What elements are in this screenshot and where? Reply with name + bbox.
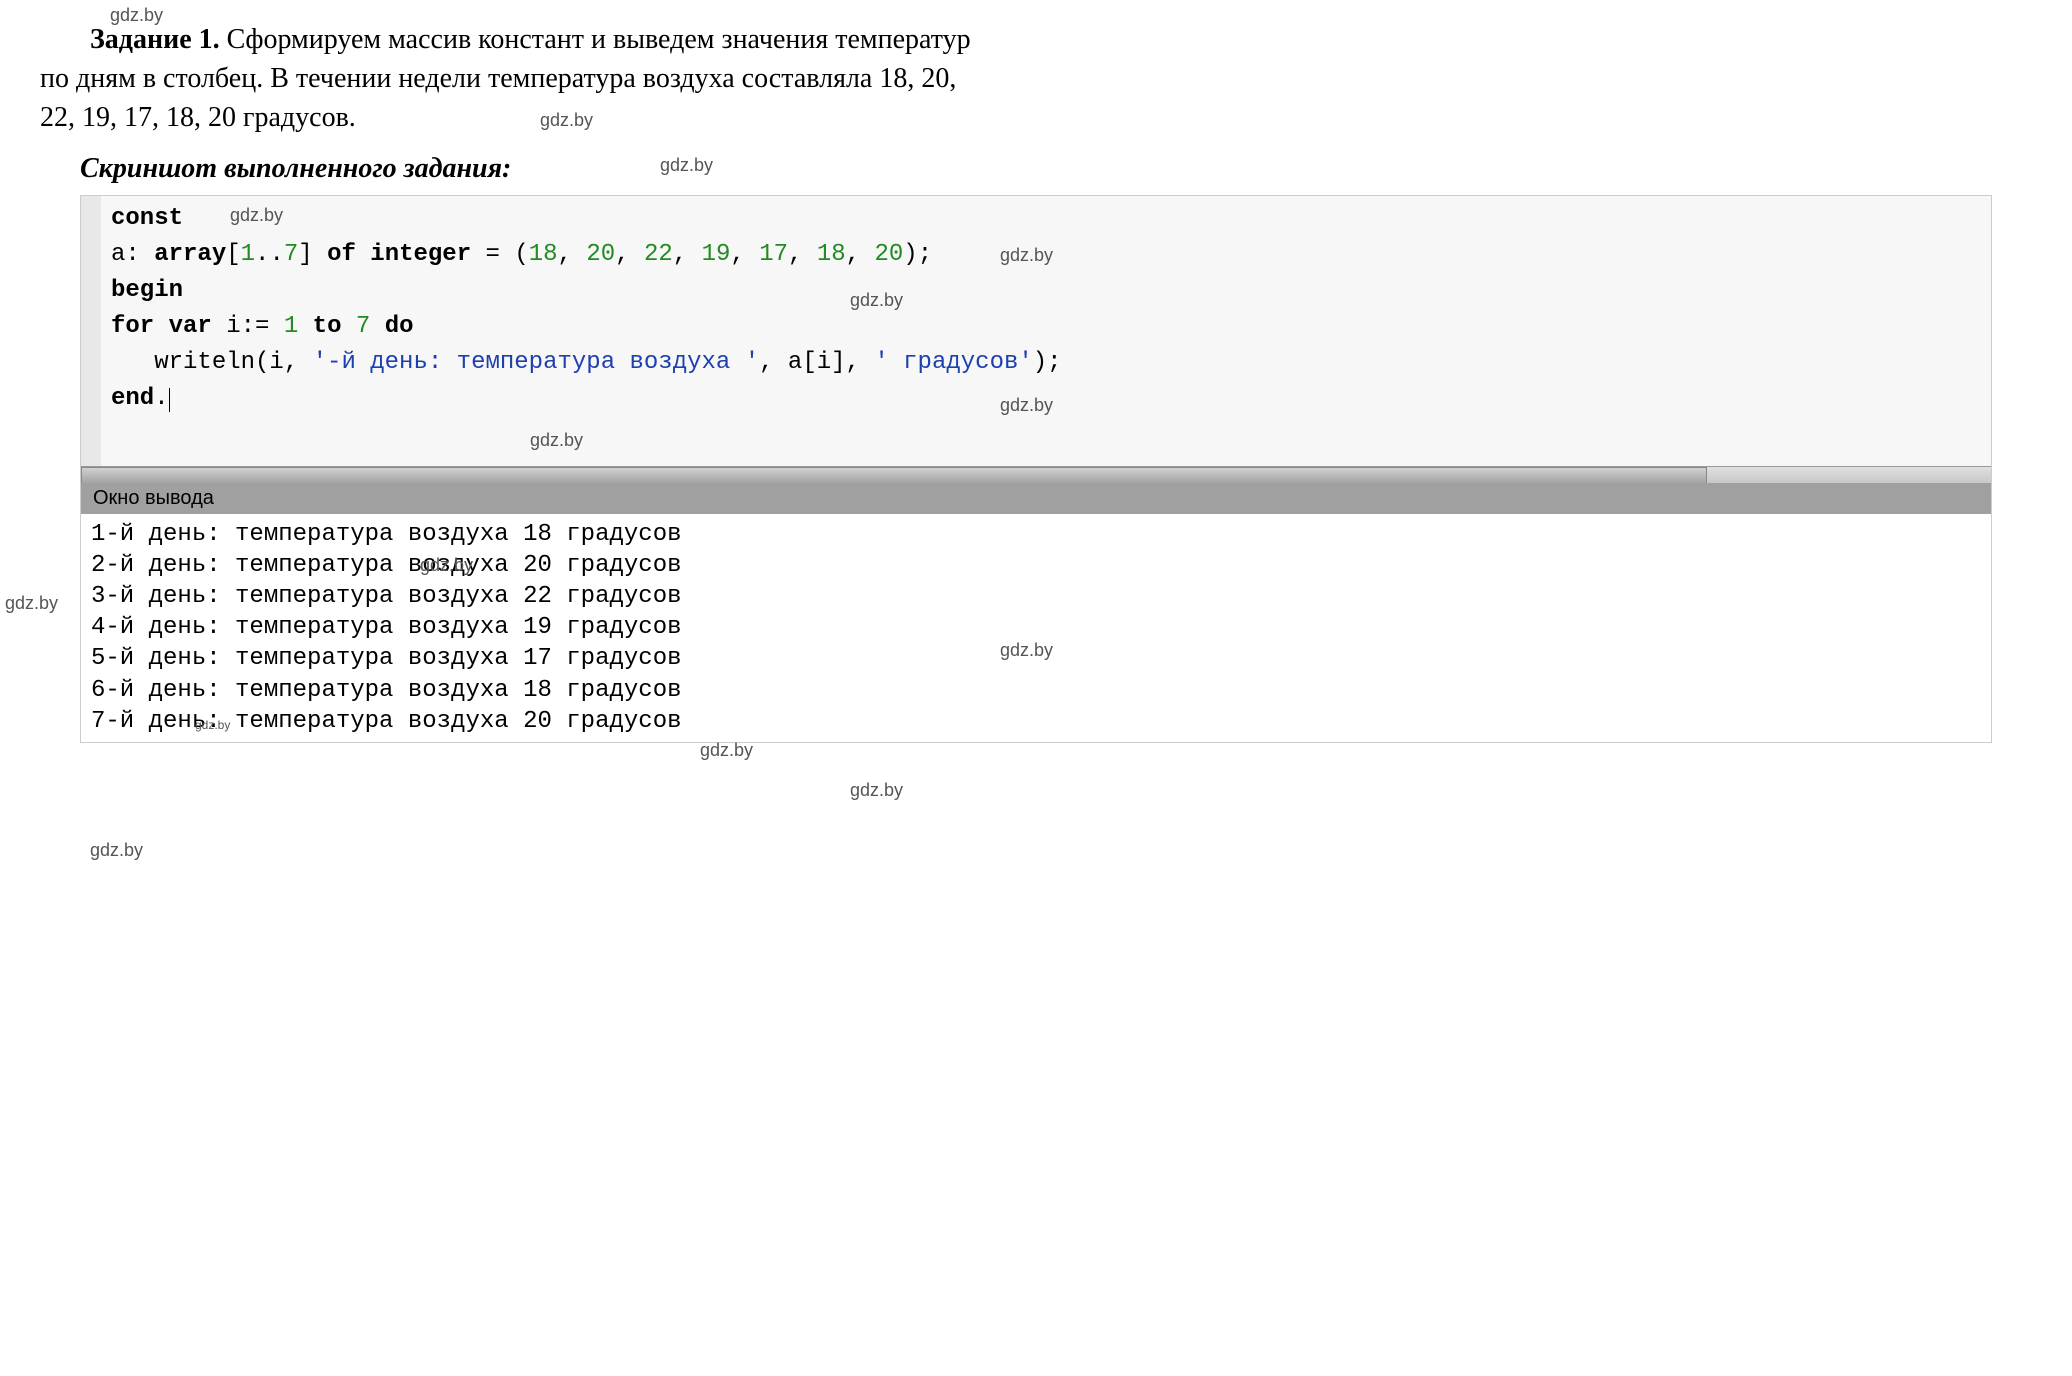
code-text: a: xyxy=(111,241,154,268)
code-text: , xyxy=(788,241,817,268)
code-text: , a[i], xyxy=(759,349,874,376)
code-text: , xyxy=(730,241,759,268)
code-text: ); xyxy=(903,241,932,268)
code-editor[interactable]: const a: array[1..7] of integer = (18, 2… xyxy=(81,196,1991,466)
code-text: , xyxy=(615,241,644,268)
watermark: gdz.by xyxy=(700,740,753,761)
code-text: ] xyxy=(298,241,327,268)
problem-text-3: 22, 19, 17, 18, 20 градусов. xyxy=(40,102,356,133)
output-line: 1-й день: температура воздуха 18 градусо… xyxy=(91,521,682,548)
problem-text-1: Сформируем массив констант и выведем зна… xyxy=(227,24,971,55)
watermark: gdz.by xyxy=(5,593,58,614)
watermark: gdz.by xyxy=(1000,640,1053,661)
watermark: gdz.by xyxy=(850,290,903,311)
code-keyword: of xyxy=(327,241,356,268)
watermark: gdz.by xyxy=(110,5,163,26)
watermark: gdz.by xyxy=(230,205,283,226)
problem-statement: Задание 1. Сформируем массив констант и … xyxy=(40,20,2032,138)
watermark: gdz.by xyxy=(90,840,143,861)
code-text: = ( xyxy=(471,241,529,268)
code-text: i:= xyxy=(212,313,284,340)
output-line: 4-й день: температура воздуха 19 градусо… xyxy=(91,614,682,641)
code-text: ); xyxy=(1033,349,1062,376)
code-string: ' градусов' xyxy=(874,349,1032,376)
code-number: 1 xyxy=(284,313,298,340)
watermark: gdz.by xyxy=(1000,395,1053,416)
code-text xyxy=(356,241,370,268)
code-number: 17 xyxy=(759,241,788,268)
code-number: 7 xyxy=(284,241,298,268)
code-text: [ xyxy=(226,241,240,268)
output-console: 1-й день: температура воздуха 18 градусо… xyxy=(81,514,1991,742)
watermark: gdz.by xyxy=(540,110,593,131)
screenshot-label: Скриншот выполненного задания: xyxy=(80,153,2032,185)
task-number: Задание 1. xyxy=(90,24,220,55)
code-text: , xyxy=(846,241,875,268)
code-number: 18 xyxy=(529,241,558,268)
problem-text-2: по дням в столбец. В течении недели темп… xyxy=(40,63,956,94)
code-number: 1 xyxy=(241,241,255,268)
watermark: gdz.by xyxy=(195,718,230,732)
code-keyword: var xyxy=(169,313,212,340)
code-keyword: to xyxy=(313,313,342,340)
watermark: gdz.by xyxy=(530,430,583,451)
code-text: , xyxy=(558,241,587,268)
code-number: 20 xyxy=(586,241,615,268)
watermark: gdz.by xyxy=(420,555,473,576)
code-keyword: array xyxy=(154,241,226,268)
code-number: 20 xyxy=(874,241,903,268)
code-keyword: begin xyxy=(111,277,183,304)
code-text: , xyxy=(673,241,702,268)
watermark: gdz.by xyxy=(1000,245,1053,266)
watermark: gdz.by xyxy=(850,780,903,801)
code-type: integer xyxy=(370,241,471,268)
code-keyword: const xyxy=(111,205,183,232)
cursor-icon xyxy=(169,388,170,412)
code-keyword: end xyxy=(111,385,154,412)
code-text: writeln(i, xyxy=(111,349,313,376)
code-number: 19 xyxy=(702,241,731,268)
code-number: 18 xyxy=(817,241,846,268)
code-keyword: for xyxy=(111,313,154,340)
output-line: 2-й день: температура воздуха 20 градусо… xyxy=(91,552,682,579)
output-line: 6-й день: температура воздуха 18 градусо… xyxy=(91,677,682,704)
code-text: .. xyxy=(255,241,284,268)
output-window-header: Окно вывода xyxy=(81,483,1991,514)
output-line: 7-й день: температура воздуха 20 градусо… xyxy=(91,708,682,735)
code-number: 22 xyxy=(644,241,673,268)
code-keyword: do xyxy=(385,313,414,340)
code-string: '-й день: температура воздуха ' xyxy=(313,349,759,376)
output-line: 5-й день: температура воздуха 17 градусо… xyxy=(91,645,682,672)
watermark: gdz.by xyxy=(660,155,713,176)
horizontal-scrollbar[interactable] xyxy=(81,466,1991,483)
code-text: . xyxy=(154,385,168,412)
output-line: 3-й день: температура воздуха 22 градусо… xyxy=(91,583,682,610)
code-number: 7 xyxy=(356,313,370,340)
